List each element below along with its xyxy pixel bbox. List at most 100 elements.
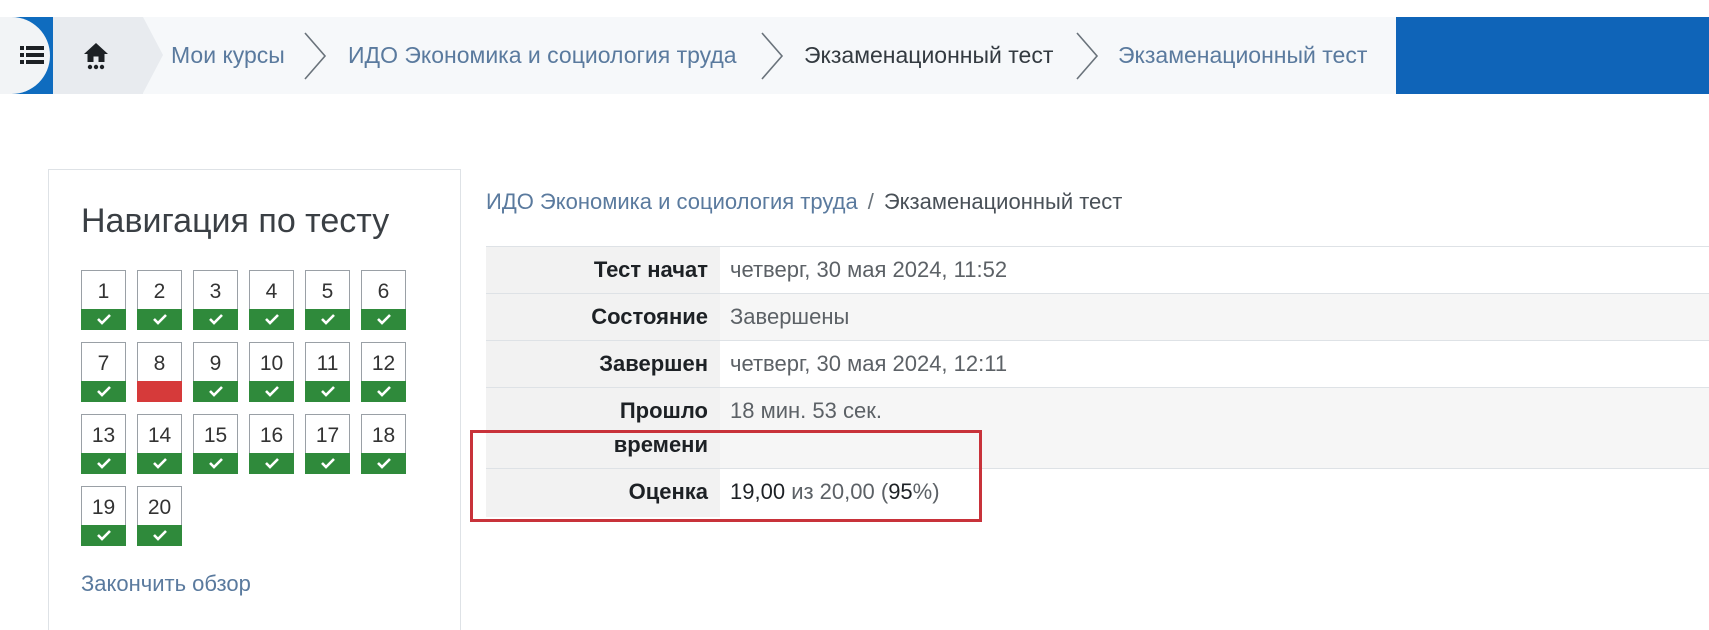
question-state-correct: [305, 309, 350, 330]
question-button-19[interactable]: 19: [81, 486, 126, 546]
question-number: 18: [371, 424, 396, 447]
question-button-15[interactable]: 15: [193, 414, 238, 474]
question-state-correct: [361, 453, 406, 474]
completed-label: Завершен: [486, 340, 720, 388]
question-state-correct: [193, 309, 238, 330]
check-icon: [320, 458, 335, 469]
elapsed-label-line1: Прошло: [619, 398, 708, 423]
question-button-12[interactable]: 12: [361, 342, 406, 402]
question-button-3[interactable]: 3: [193, 270, 238, 330]
breadcrumb-my-courses[interactable]: Мои курсы: [171, 17, 285, 94]
state-label: Состояние: [486, 293, 720, 341]
question-number: 12: [371, 352, 396, 375]
question-state-correct: [137, 309, 182, 330]
state-value: Завершены: [720, 293, 1709, 341]
question-number: 4: [265, 280, 278, 303]
question-number: 14: [147, 424, 172, 447]
grade-highlight-box: [470, 430, 982, 522]
question-number: 7: [97, 352, 110, 375]
question-number: 10: [259, 352, 284, 375]
check-icon: [208, 386, 223, 397]
header-accent: [1396, 17, 1709, 94]
check-icon: [264, 314, 279, 325]
finish-review-link[interactable]: Закончить обзор: [81, 571, 251, 597]
check-icon: [264, 386, 279, 397]
quiz-navigation-title: Навигация по тесту: [81, 202, 390, 240]
started-label: Тест начат: [486, 246, 720, 294]
question-state-correct: [249, 381, 294, 402]
question-number: 9: [209, 352, 222, 375]
question-state-correct: [249, 309, 294, 330]
quiz-navigation-block: Навигация по тесту 1 2 3 4 5 6 7 8 9 10 11 12 13 14 15…: [48, 169, 461, 630]
list-icon: [20, 46, 44, 64]
question-button-4[interactable]: 4: [249, 270, 294, 330]
question-state-correct: [193, 453, 238, 474]
question-button-7[interactable]: 7: [81, 342, 126, 402]
question-button-14[interactable]: 14: [137, 414, 182, 474]
question-state-correct: [361, 381, 406, 402]
question-button-13[interactable]: 13: [81, 414, 126, 474]
home-icon: [84, 43, 108, 70]
question-number: 2: [153, 280, 166, 303]
question-button-8[interactable]: 8: [137, 342, 182, 402]
check-icon: [152, 530, 167, 541]
question-button-5[interactable]: 5: [305, 270, 350, 330]
breadcrumb-chevron-icon: [1076, 32, 1099, 80]
question-button-6[interactable]: 6: [361, 270, 406, 330]
question-number: 1: [97, 280, 110, 303]
question-number: 16: [259, 424, 284, 447]
question-state-correct: [305, 381, 350, 402]
table-row: Состояние Завершены: [486, 293, 1709, 341]
question-state-correct: [81, 309, 126, 330]
question-button-11[interactable]: 11: [305, 342, 350, 402]
started-value: четверг, 30 мая 2024, 11:52: [720, 246, 1709, 294]
check-icon: [96, 530, 111, 541]
check-icon: [152, 458, 167, 469]
table-row: Завершен четверг, 30 мая 2024, 12:11: [486, 340, 1709, 388]
question-number: 6: [377, 280, 390, 303]
breadcrumb-quiz[interactable]: Экзаменационный тест: [1118, 17, 1367, 94]
drawer-toggle-button[interactable]: [0, 17, 53, 94]
question-state-correct: [361, 309, 406, 330]
check-icon: [208, 314, 223, 325]
page-breadcrumb-separator: /: [867, 189, 874, 214]
question-button-2[interactable]: 2: [137, 270, 182, 330]
breadcrumb-course[interactable]: ИДО Экономика и социология труда: [348, 17, 737, 94]
question-state-correct: [81, 525, 126, 546]
page-breadcrumb: ИДО Экономика и социология труда / Экзамен…: [486, 189, 1122, 215]
question-grid: 1 2 3 4 5 6 7 8 9 10 11 12 13 14 15 16 17 18 19 20: [81, 270, 421, 550]
question-state-correct: [193, 381, 238, 402]
check-icon: [96, 314, 111, 325]
question-state-incorrect: [137, 381, 182, 402]
check-icon: [376, 386, 391, 397]
table-row: Тест начат четверг, 30 мая 2024, 11:52: [486, 246, 1709, 294]
completed-value: четверг, 30 мая 2024, 12:11: [720, 340, 1709, 388]
question-state-correct: [137, 525, 182, 546]
page-breadcrumb-course[interactable]: ИДО Экономика и социология труда: [486, 189, 858, 214]
question-number: 17: [315, 424, 340, 447]
question-number: 13: [91, 424, 116, 447]
page-breadcrumb-current[interactable]: Экзаменационный тест: [884, 189, 1123, 214]
question-button-17[interactable]: 17: [305, 414, 350, 474]
question-number: 11: [316, 352, 339, 375]
question-number: 19: [91, 496, 116, 519]
check-icon: [152, 314, 167, 325]
question-button-16[interactable]: 16: [249, 414, 294, 474]
question-number: 20: [147, 496, 172, 519]
question-number: 5: [321, 280, 334, 303]
question-button-20[interactable]: 20: [137, 486, 182, 546]
check-icon: [96, 386, 111, 397]
question-button-9[interactable]: 9: [193, 342, 238, 402]
question-state-correct: [81, 453, 126, 474]
question-state-correct: [249, 453, 294, 474]
question-button-10[interactable]: 10: [249, 342, 294, 402]
check-icon: [264, 458, 279, 469]
check-icon: [320, 314, 335, 325]
question-button-1[interactable]: 1: [81, 270, 126, 330]
breadcrumb-chevron-icon: [761, 32, 784, 80]
question-number: 15: [203, 424, 228, 447]
question-button-18[interactable]: 18: [361, 414, 406, 474]
question-number: 8: [153, 352, 166, 375]
home-button[interactable]: [53, 17, 163, 94]
question-state-correct: [305, 453, 350, 474]
